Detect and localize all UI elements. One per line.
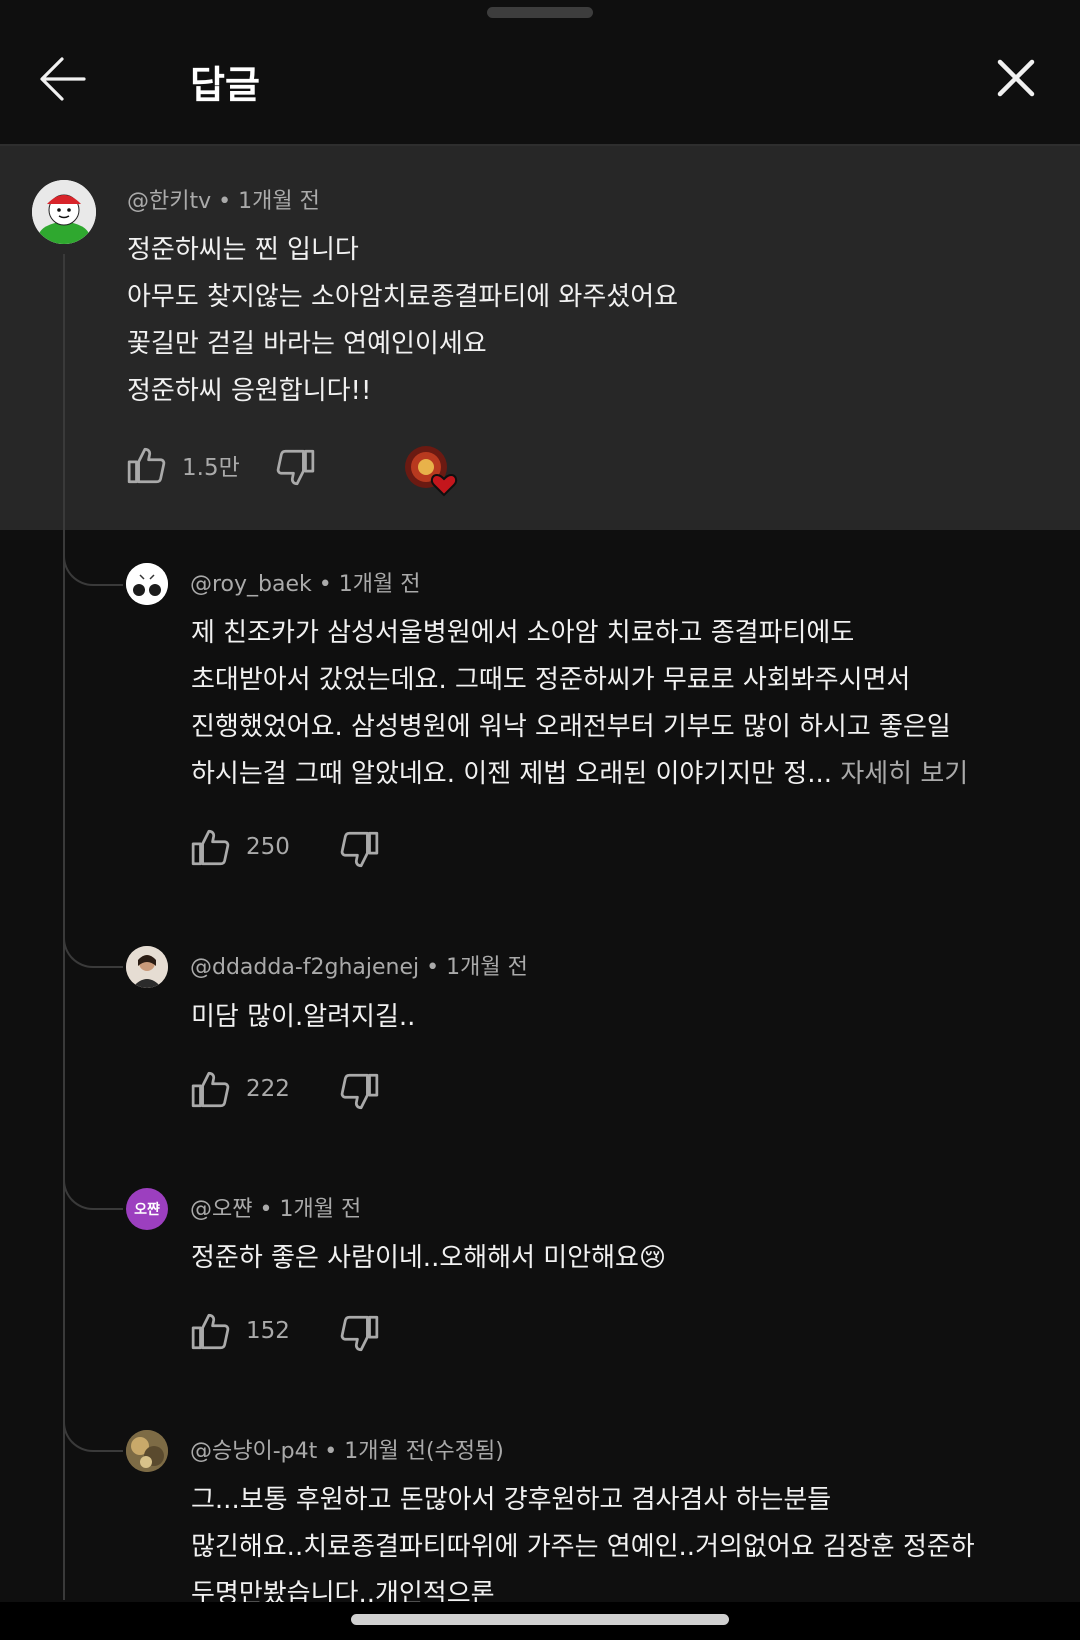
dislike-button[interactable] — [338, 1313, 380, 1355]
thumbs-up-icon — [127, 447, 166, 484]
thumbs-down-icon — [340, 1315, 379, 1352]
thread-connector — [63, 1416, 123, 1452]
drag-handle[interactable] — [487, 7, 593, 18]
avatar[interactable]: 오쨘 — [126, 1188, 168, 1230]
like-count: 1.5만 — [182, 455, 240, 481]
read-more-link[interactable]: 자세히 보기 — [840, 759, 968, 789]
thumbs-up-icon — [191, 829, 230, 866]
comment-time[interactable]: 1개월 전 — [238, 189, 320, 214]
creator-heart-badge[interactable] — [404, 445, 462, 497]
comment-text: 꽃길만 걷길 바라는 연예인이세요 — [127, 329, 487, 359]
thumbs-down-icon — [276, 449, 315, 486]
like-button[interactable]: 1.5만 — [126, 444, 240, 486]
reply-text: 그...보통 후원하고 돈많아서 걍후원하고 겸사겸사 하는분들 — [191, 1485, 832, 1515]
comment-meta: @승냥이-p4t • 1개월 전(수정됨) — [190, 1439, 504, 1464]
like-count: 152 — [246, 1318, 290, 1344]
comment-author[interactable]: @오쨘 — [190, 1197, 252, 1222]
comment-meta: @roy_baek • 1개월 전 — [190, 572, 421, 597]
reply-text: 많긴해요..치료종결파티따위에 가주는 연예인..거의없어요 김장훈 정준하 — [191, 1532, 975, 1562]
thumbs-down-icon — [340, 1073, 379, 1110]
comment-text: 아무도 찾지않는 소아암치료종결파티에 와주셨어요 — [127, 282, 679, 312]
reply-text: 미담 많이.알려지길.. — [191, 1002, 416, 1032]
like-button[interactable]: 152 — [190, 1310, 290, 1352]
like-count: 222 — [246, 1076, 290, 1102]
comment-text: 정준하씨는 찐 입니다 — [127, 235, 359, 265]
header: 답글 — [0, 24, 1080, 144]
close-button[interactable] — [994, 56, 1038, 100]
arrow-left-icon — [40, 57, 86, 101]
thread-connector — [63, 932, 123, 968]
comment-author[interactable]: @한키tv — [127, 189, 211, 214]
comment-text: 정준하씨 응원합니다!! — [127, 376, 372, 406]
avatar[interactable] — [126, 946, 168, 988]
thumbs-down-icon — [340, 831, 379, 868]
close-icon — [997, 59, 1035, 97]
dislike-button[interactable] — [338, 829, 380, 871]
thread-connector — [63, 1174, 123, 1210]
reply-text: 제 친조카가 삼성서울병원에서 소아암 치료하고 종결파티에도 — [191, 618, 855, 648]
like-button[interactable]: 250 — [190, 826, 290, 868]
comment-author[interactable]: @ddadda-f2ghajenej — [190, 955, 419, 980]
like-count: 250 — [246, 834, 290, 860]
reply-text: 정준하 좋은 사람이네..오해해서 미안해요😢 — [191, 1243, 667, 1273]
page-title: 답글 — [190, 63, 260, 107]
comment-author[interactable]: @roy_baek — [190, 572, 312, 597]
thumbs-up-icon — [191, 1071, 230, 1108]
comment-meta: @한키tv • 1개월 전 — [127, 189, 320, 214]
comment-meta: @ddadda-f2ghajenej • 1개월 전 — [190, 955, 528, 980]
thumbs-up-icon — [191, 1313, 230, 1350]
dislike-button[interactable] — [338, 1071, 380, 1113]
avatar[interactable] — [126, 563, 168, 605]
dislike-button[interactable] — [274, 447, 316, 489]
like-button[interactable]: 222 — [190, 1068, 290, 1110]
avatar[interactable] — [32, 180, 96, 244]
avatar[interactable] — [126, 1430, 168, 1472]
comment-author[interactable]: @승냥이-p4t — [190, 1439, 317, 1464]
reply-text: 초대받아서 갔었는데요. 그때도 정준하씨가 무료로 사회봐주시면서 — [191, 665, 911, 695]
back-button[interactable] — [38, 54, 88, 104]
comment-time[interactable]: 1개월 전 — [279, 1197, 361, 1222]
reply-text: 진행했었어요. 삼성병원에 워낙 오래전부터 기부도 많이 하시고 좋은일 — [191, 712, 951, 742]
comment-meta: @오쨘 • 1개월 전 — [190, 1197, 362, 1222]
comment-time[interactable]: 1개월 전 — [446, 955, 528, 980]
comment-time[interactable]: 1개월 전(수정됨) — [344, 1439, 504, 1464]
thread-connector — [63, 550, 123, 586]
avatar-initials: 오쨘 — [134, 1202, 160, 1218]
home-indicator[interactable] — [351, 1614, 729, 1625]
comment-time[interactable]: 1개월 전 — [339, 572, 421, 597]
thread-line — [63, 254, 65, 1600]
reply-text: 하시는걸 그때 알았네요. 이젠 제법 오래된 이야기지만 정... 자세히 보… — [191, 759, 969, 789]
